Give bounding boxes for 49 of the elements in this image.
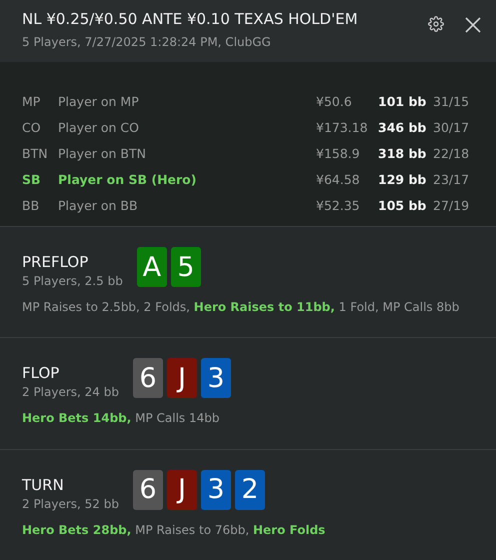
card: 3: [201, 470, 231, 510]
street-info: 5 Players, 2.5 bb: [22, 274, 123, 288]
hand-title: NL ¥0.25/¥0.50 ANTE ¥0.10 TEXAS HOLD'EM: [22, 10, 358, 28]
player-big-blinds: 129 bb: [378, 172, 428, 186]
player-stats: 31/15: [433, 94, 470, 108]
player-stats: 23/17: [433, 172, 470, 186]
player-stack: ¥52.35: [316, 198, 361, 212]
card: J: [167, 358, 197, 398]
street-name: TURN: [22, 476, 65, 494]
player-big-blinds: 105 bb: [378, 198, 428, 212]
player-name: Player on MP: [58, 94, 140, 108]
street-info: 2 Players, 52 bb: [22, 496, 119, 511]
player-name: Player on SB (Hero): [58, 172, 198, 186]
player-stats: 27/19: [433, 198, 470, 212]
settings-button[interactable]: [428, 16, 446, 34]
street-name: FLOP: [22, 364, 60, 382]
player-stats: 30/17: [433, 120, 470, 134]
player-big-blinds: 101 bb: [378, 94, 428, 108]
player-stack: ¥64.58: [316, 172, 361, 186]
settings-icon: [428, 16, 444, 32]
player-name: Player on BB: [58, 198, 139, 212]
player-position: SB: [22, 172, 42, 186]
player-position: BTN: [22, 146, 49, 160]
player-position: CO: [22, 120, 42, 134]
player-position: BB: [22, 198, 40, 212]
card: 3: [201, 358, 231, 398]
card: 5: [170, 247, 201, 287]
player-name: Player on CO: [58, 120, 140, 134]
street-actions: Hero Bets 14bb, MP Calls 14bb: [22, 411, 221, 426]
street-actions: Hero Bets 28bb, MP Raises to 76bb, Hero Folds: [22, 522, 326, 537]
card: 6: [133, 358, 163, 398]
hand-subtitle: 5 Players, 7/27/2025 1:28:24 PM, ClubGG: [22, 35, 272, 49]
street-name: PREFLOP: [22, 253, 90, 271]
player-name: Player on BTN: [58, 146, 147, 160]
close-button[interactable]: [464, 16, 482, 34]
player-stack: ¥50.6: [316, 94, 353, 108]
player-stats: 22/18: [433, 146, 470, 160]
player-big-blinds: 318 bb: [378, 146, 428, 160]
player-big-blinds: 346 bb: [378, 120, 428, 134]
card: J: [167, 470, 197, 510]
street-actions: MP Raises to 2.5bb, 2 Folds, Hero Raises to 11bb, 1 Fold, MP Calls 8bb: [22, 300, 460, 314]
player-position: MP: [22, 94, 42, 108]
close-icon: [464, 16, 482, 34]
player-stack: ¥158.9: [316, 146, 361, 160]
card: 2: [235, 470, 265, 510]
card: A: [136, 247, 167, 287]
card: 6: [133, 470, 163, 510]
player-stack: ¥173.18: [316, 120, 369, 134]
street-info: 2 Players, 24 bb: [22, 385, 119, 400]
